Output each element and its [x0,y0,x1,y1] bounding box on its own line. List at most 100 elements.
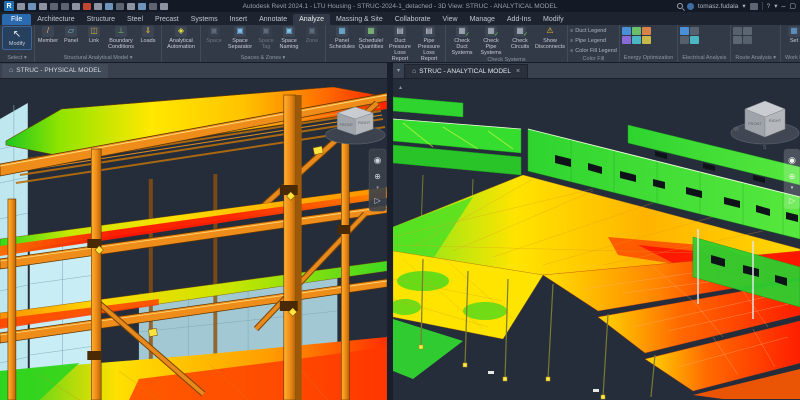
route-update-icon[interactable] [733,36,742,44]
duct-legend-button[interactable]: ≡ Duct Legend [570,26,606,35]
steering-wheel-icon[interactable]: ◉ [788,155,796,165]
check-duct-systems-button[interactable]: ▦ ✓ Check Duct Systems [448,26,476,56]
check-pipe-systems-button[interactable]: ▦ ✓ Check Pipe Systems [477,26,505,56]
route-settings-icon[interactable] [743,27,752,35]
save-icon[interactable] [28,3,36,10]
optimize-icon[interactable] [622,36,631,44]
close-view-icon[interactable]: × [516,68,520,75]
panel-label-check[interactable]: Check Systems [448,56,565,63]
tab-precast[interactable]: Precast [149,14,185,25]
pipe-legend-button[interactable]: ≡ Pipe Legend [570,36,606,45]
route-delete-icon[interactable] [743,36,752,44]
electrical-check-icon[interactable] [690,36,699,44]
orbit-icon[interactable]: ▷ [375,196,382,205]
panel-label-select[interactable]: Select ▾ [2,54,32,62]
tab-annotate[interactable]: Annotate [253,14,293,25]
measure-icon[interactable] [94,3,102,10]
show-disconnects-button[interactable]: ⚠ Show Disconnects [535,26,565,50]
zoom-icon[interactable]: ⊕ [374,172,381,181]
panel-label-energy[interactable]: Energy Optimization [622,54,676,62]
help-dropdown-icon[interactable]: ▾ [774,2,777,10]
tab-systems[interactable]: Systems [185,14,224,25]
minimize-icon[interactable]: – [781,3,785,10]
space-button[interactable]: ▣ Space [203,26,225,44]
create-energy-model-icon[interactable] [632,27,641,35]
app-store-icon[interactable] [750,3,758,10]
schedule-quantities-button[interactable]: ▦ Schedule/ Quantities [357,26,385,50]
tab-collaborate[interactable]: Collaborate [389,14,437,25]
zone-button[interactable]: ▣ Zone [301,26,323,44]
systems-analysis-icon[interactable] [632,36,641,44]
view-tab-analytical-model[interactable]: ⌂ STRUC - ANALYTICAL MODEL × [404,64,528,78]
results-icon[interactable] [642,36,651,44]
electrical-load-icon[interactable] [690,27,699,35]
energy-settings-icon[interactable] [622,27,631,35]
tab-analyze[interactable]: Analyze [293,14,330,25]
navigation-bar[interactable]: ◉ ⊕ ▾ ▷ [784,149,800,209]
sync-icon[interactable] [39,3,47,10]
space-separator-button[interactable]: ▣ Space Separator [226,26,254,50]
tab-modify[interactable]: Modify [537,14,570,25]
transfer-icon[interactable] [83,3,91,10]
link-button[interactable]: ◫ Link [83,26,105,44]
open-icon[interactable] [17,3,25,10]
color-fill-legend-button[interactable]: ≡ Color Fill Legend [570,46,617,55]
duct-pressure-loss-report-button[interactable]: ▤ Duct Pressure Loss Report [386,26,414,62]
undo-icon[interactable] [50,3,58,10]
tab-insert[interactable]: Insert [224,14,254,25]
tab-add-ins[interactable]: Add-Ins [501,14,537,25]
pipe-pressure-loss-report-button[interactable]: ▤ Pipe Pressure Loss Report [415,26,443,62]
tab-architecture[interactable]: Architecture [31,14,80,25]
space-tag-button[interactable]: ▣ Space Tag [255,26,277,50]
panel-label-electrical[interactable]: Electrical Analysis [680,54,728,62]
electrical-settings-icon[interactable] [680,27,689,35]
panel-label-work-plane[interactable]: Work Plane [783,54,800,62]
redo-icon[interactable] [61,3,69,10]
tab-manage[interactable]: Manage [464,14,501,25]
check-circuits-button[interactable]: ▦ ✓ Check Circuits [506,26,534,50]
username[interactable]: tomasz.fudala [698,3,738,10]
user-avatar[interactable] [687,3,694,10]
boundary-conditions-button[interactable]: ⊥ Boundary Conditions [106,26,136,50]
panel-button[interactable]: ▱ Panel [60,26,82,44]
print-icon[interactable] [72,3,80,10]
default-3d-view-icon[interactable] [138,3,146,10]
panel-label-sam[interactable]: Structural Analytical Model ▾ [37,54,159,62]
panel-label-color-fill[interactable]: Color Fill [570,55,617,63]
tag-icon[interactable] [127,3,135,10]
text-icon[interactable] [116,3,124,10]
navigation-bar[interactable]: ◉ ⊕ ▾ ▷ [369,149,386,211]
steering-wheel-icon[interactable]: ◉ [374,155,382,165]
member-button[interactable]: / Member [37,26,59,44]
panel-schedules-button[interactable]: ▦ Panel Schedules [328,26,356,50]
loads-button[interactable]: ⇓ Loads [137,26,159,44]
orbit-icon[interactable]: ▷ [789,196,796,205]
section-icon[interactable] [149,3,157,10]
tab-structure[interactable]: Structure [81,14,121,25]
tab-massing-site[interactable]: Massing & Site [330,14,389,25]
tab-view[interactable]: View [437,14,464,25]
revit-logo[interactable]: R [4,1,14,11]
user-dropdown-icon[interactable]: ▾ [742,2,745,10]
space-naming-button[interactable]: ▣ Space Naming [278,26,300,50]
view-tab-physical-model[interactable]: ⌂ STRUC - PHYSICAL MODEL [2,64,108,78]
analytical-model-canvas[interactable]: ▴ FRONT RIGHT W S ◉ ⊕ ▾ ▷ [393,79,800,400]
generate-icon[interactable] [642,27,651,35]
analytical-automation-button[interactable]: ◈ Analytical Automation [164,26,198,50]
physical-model-canvas[interactable]: FRONT RIGHT ◉ ⊕ ▾ ▷ [0,79,387,400]
help-icon[interactable]: ? [767,3,771,10]
panel-label-route[interactable]: Route Analysis ▾ [733,54,778,62]
tab-file[interactable]: File [2,14,31,25]
zoom-icon[interactable]: ⊕ [789,172,796,181]
electrical-report-icon[interactable] [680,36,689,44]
tab-overflow-icon[interactable]: ▾ [395,67,402,74]
restore-icon[interactable]: ▢ [789,2,796,10]
panel-label-spaces[interactable]: Spaces & Zones ▾ [203,54,323,62]
search-icon[interactable] [677,3,683,9]
tab-steel[interactable]: Steel [121,14,149,25]
thin-lines-icon[interactable] [160,3,168,10]
path-of-travel-icon[interactable] [733,27,742,35]
align-icon[interactable] [105,3,113,10]
scroll-up-icon[interactable]: ▴ [399,85,402,91]
modify-button[interactable]: ↖ Modify [2,26,32,50]
